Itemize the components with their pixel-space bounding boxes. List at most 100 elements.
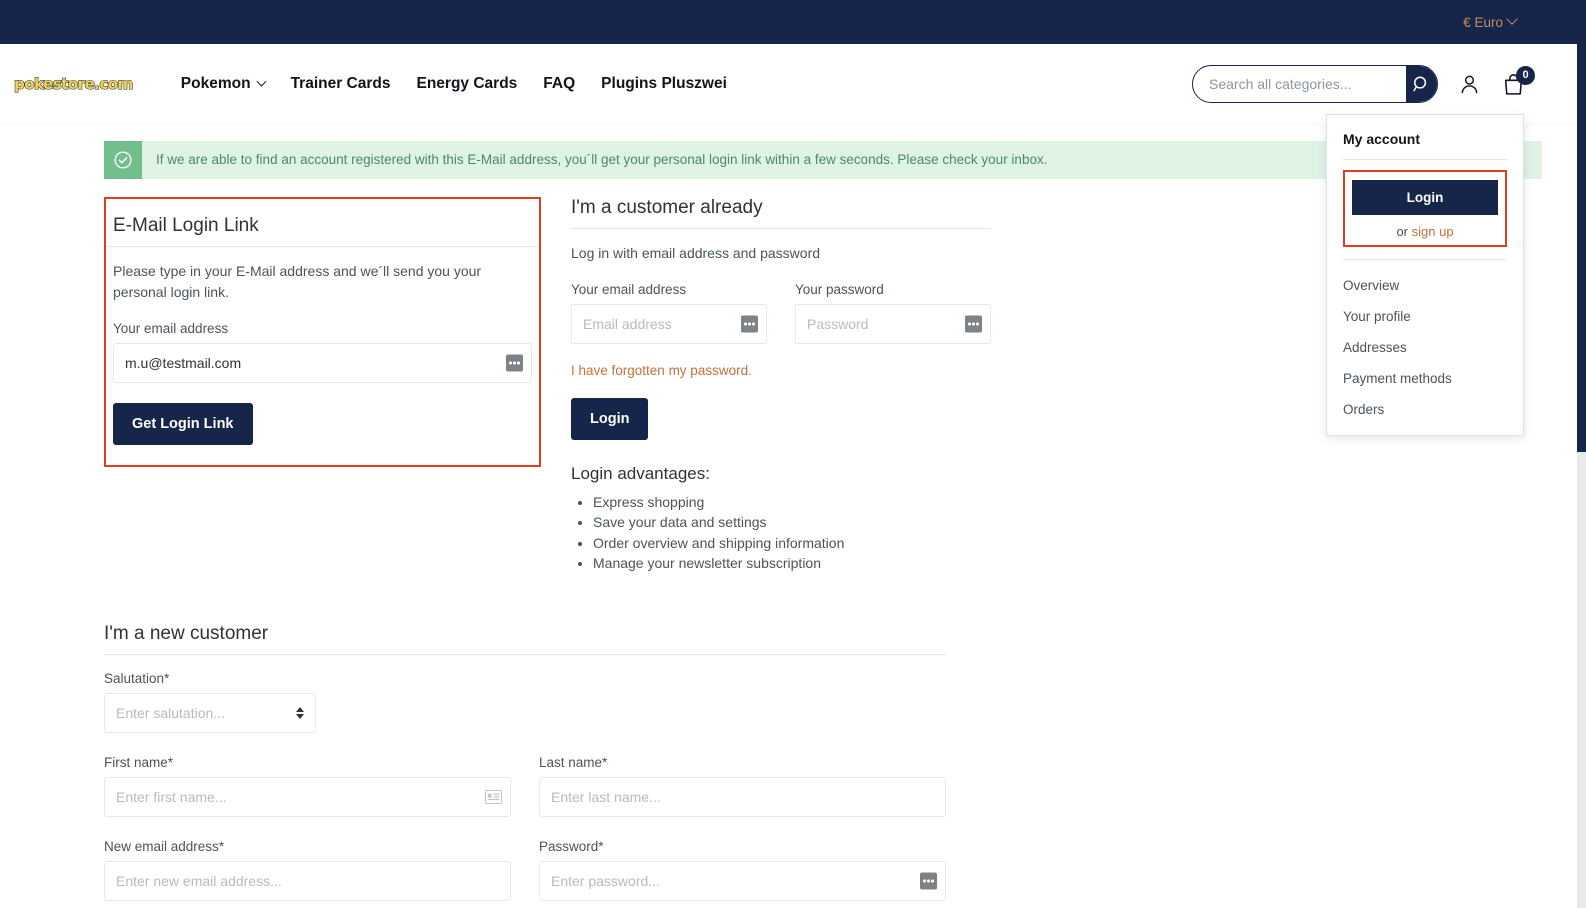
page-scrollbar[interactable] [1577,0,1586,908]
cart-count-badge: 0 [1516,65,1535,85]
salutation-row-spacer [539,671,946,733]
main-navigation: Pokemon Trainer Cards Energy Cards FAQ P… [181,75,727,93]
divider [571,228,991,229]
credentials-row-new: New email address* Password* Passwords m… [104,839,946,908]
dropdown-link-addresses[interactable]: Addresses [1343,332,1507,363]
nav-label: Trainer Cards [290,75,391,92]
nav-item-pokemon[interactable]: Pokemon [180,75,267,93]
search-icon [1413,76,1427,91]
divider [104,654,946,656]
chevron-down-icon [256,76,267,87]
nav-label: Energy Cards [416,75,518,92]
salutation-row: Salutation* Enter salutation... [104,671,946,734]
last-name-input[interactable] [539,777,946,818]
list-item: Order overview and shipping information [593,533,991,553]
contact-card-icon[interactable] [485,790,502,805]
credentials-row: Your email address Your password [571,282,991,344]
new-password-label: Password* [539,839,604,855]
existing-customer-subtitle: Log in with email address and password [571,245,821,261]
new-customer-form: Salutation* Enter salutation... First na… [104,671,946,908]
divider [106,246,539,247]
nav-item-plugins-pluszwei[interactable]: Plugins Pluszwei [601,75,727,93]
email-login-input[interactable] [113,343,532,383]
nav-label: Plugins Pluszwei [601,75,727,92]
account-button[interactable] [1458,73,1481,96]
currency-selector[interactable]: € Euro [1463,13,1518,30]
new-email-field-group: New email address* [104,839,511,908]
currency-label: € Euro [1463,14,1503,30]
first-name-input-wrapper [104,777,511,818]
new-email-input[interactable] [104,861,511,902]
email-login-input-wrapper [113,343,532,383]
new-password-input[interactable] [539,861,946,902]
account-dropdown-title: My account [1343,131,1421,147]
autofill-dots-icon[interactable] [506,354,523,372]
new-customer-title: I'm a new customer [104,623,269,645]
signup-prompt: or sign up [1352,224,1498,239]
scrollbar-thumb[interactable] [1577,452,1586,908]
email-login-field-label: Your email address [113,321,229,336]
user-icon [1461,75,1478,93]
new-password-field-group: Password* Passwords must have a minimum … [539,839,946,908]
salutation-field-group: Salutation* Enter salutation... [104,671,511,734]
get-login-link-button[interactable]: Get Login Link [113,403,253,445]
header-actions: 0 [1192,65,1535,103]
nav-item-faq[interactable]: FAQ [543,75,575,93]
first-name-label: First name* [104,755,174,771]
cart-widget[interactable]: 0 [1501,65,1535,97]
dropdown-link-overview[interactable]: Overview [1343,270,1507,301]
email-login-link-card: E-Mail Login Link Please type in your E-… [104,197,541,467]
login-email-input[interactable] [571,304,767,344]
nav-label: Pokemon [180,75,251,92]
new-customer-section: I'm a new customer Salutation* Enter sal… [0,623,990,908]
password-field-group: Your password [795,282,991,344]
nav-item-energy-cards[interactable]: Energy Cards [417,75,518,93]
search-box [1192,65,1438,103]
dropdown-link-your-profile[interactable]: Your profile [1343,301,1507,332]
top-utility-bar: € Euro [0,0,1586,44]
divider [1343,259,1507,260]
site-header: pokestore.com Pokemon Trainer Cards Ener… [0,44,1586,436]
list-item: Save your data and settings [593,512,991,532]
email-login-link-title: E-Mail Login Link [113,215,259,236]
chevron-down-icon [1506,13,1518,25]
search-input[interactable] [1193,66,1406,102]
divider [1343,159,1507,160]
autofill-dots-icon[interactable] [741,315,758,333]
existing-customer-column: I'm a customer already Log in with email… [571,197,991,573]
search-button[interactable] [1406,66,1437,102]
login-button[interactable]: Login [571,398,649,440]
nav-label: FAQ [543,75,576,92]
salutation-select[interactable]: Enter salutation... [104,693,316,734]
salutation-select-wrapper: Enter salutation... [104,693,316,734]
login-password-input[interactable] [795,304,991,344]
first-name-field-group: First name* [104,755,511,818]
nav-item-trainer-cards[interactable]: Trainer Cards [291,75,391,93]
salutation-label: Salutation* [104,671,170,687]
last-name-field-group: Last name* [539,755,946,818]
last-name-label: Last name* [539,755,608,771]
email-login-link-column: E-Mail Login Link Please type in your E-… [104,197,541,573]
signup-link[interactable]: sign up [1412,224,1454,239]
forgot-password-link[interactable]: I have forgotten my password. [571,363,752,378]
autofill-dots-icon[interactable] [965,315,982,333]
login-email-label: Your email address [571,282,687,297]
new-email-input-wrapper [104,861,511,902]
email-field-group: Your email address [571,282,767,344]
last-name-input-wrapper [539,777,946,818]
new-email-label: New email address* [104,839,225,855]
dropdown-login-button[interactable]: Login [1352,180,1498,215]
signup-or-text: or [1396,224,1408,239]
first-name-input[interactable] [104,777,511,818]
account-dropdown-login-group: Login or sign up [1343,170,1507,247]
autofill-dots-icon[interactable] [920,872,937,890]
login-email-input-wrapper [571,304,767,344]
dropdown-link-orders[interactable]: Orders [1343,394,1507,425]
contact-card-glyph-icon [487,793,500,801]
site-logo[interactable]: pokestore.com [13,74,133,93]
account-dropdown-panel: My account Login or sign up Overview You… [1326,114,1524,436]
existing-customer-title: I'm a customer already [571,197,763,218]
dropdown-link-payment-methods[interactable]: Payment methods [1343,363,1507,394]
new-password-input-wrapper [539,861,946,902]
account-dropdown-links: Overview Your profile Addresses Payment … [1343,270,1507,425]
